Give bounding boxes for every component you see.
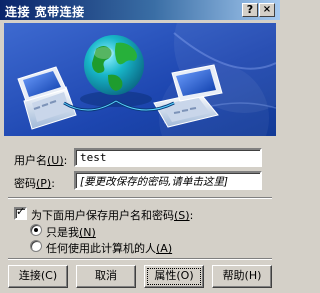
save-credentials-text: 为下面用户保存用户名和密码 [31,209,174,222]
window-title: 连接 宽带连接 [5,5,85,19]
password-accesskey: (P) [36,177,52,190]
help-button[interactable]: 帮助(H) [212,265,272,288]
network-globe-laptops-illustration [4,23,276,136]
save-credentials-label[interactable]: 为下面用户保存用户名和密码(S): [31,207,193,223]
anyone-text: 任何使用此计算机的人 [46,242,156,255]
save-credentials-checkbox[interactable]: ✓ [14,205,27,220]
username-label-text: 用户名 [14,154,47,167]
close-title-button[interactable]: × [259,3,275,17]
separator-top [8,197,272,199]
radio-anyone[interactable] [30,240,42,252]
username-label: 用户名(U): [14,154,68,167]
help-title-button[interactable]: ? [242,3,258,17]
password-label: 密码(P): [14,177,55,190]
separator-bottom [8,258,272,260]
username-input[interactable]: test [74,148,262,167]
save-credentials-accesskey: (S) [174,209,190,222]
radio-selected-dot [34,228,38,232]
password-label-text: 密码 [14,177,36,190]
password-input[interactable]: [要更改保存的密码,请单击这里] [74,171,262,190]
username-accesskey: (U) [47,154,64,167]
cancel-button[interactable]: 取消 [76,265,136,288]
title-bar[interactable]: 连接 宽带连接 ? × [0,0,280,20]
radio-only-me-label[interactable]: 只是我(N) [46,224,96,240]
banner-image [4,23,276,136]
checkmark-icon: ✓ [16,205,26,218]
anyone-accesskey: (A) [156,242,173,255]
properties-button[interactable]: 属性(O) [144,265,204,288]
dialog-window: 连接 宽带连接 ? × 用户名(U): test 密码(P): [要更改保存的密… [0,0,280,293]
only-me-text: 只是我 [46,226,79,239]
radio-anyone-label[interactable]: 任何使用此计算机的人(A) [46,240,172,256]
radio-only-me[interactable] [30,224,42,236]
connect-button[interactable]: 连接(C) [8,265,68,288]
only-me-accesskey: (N) [79,226,96,239]
